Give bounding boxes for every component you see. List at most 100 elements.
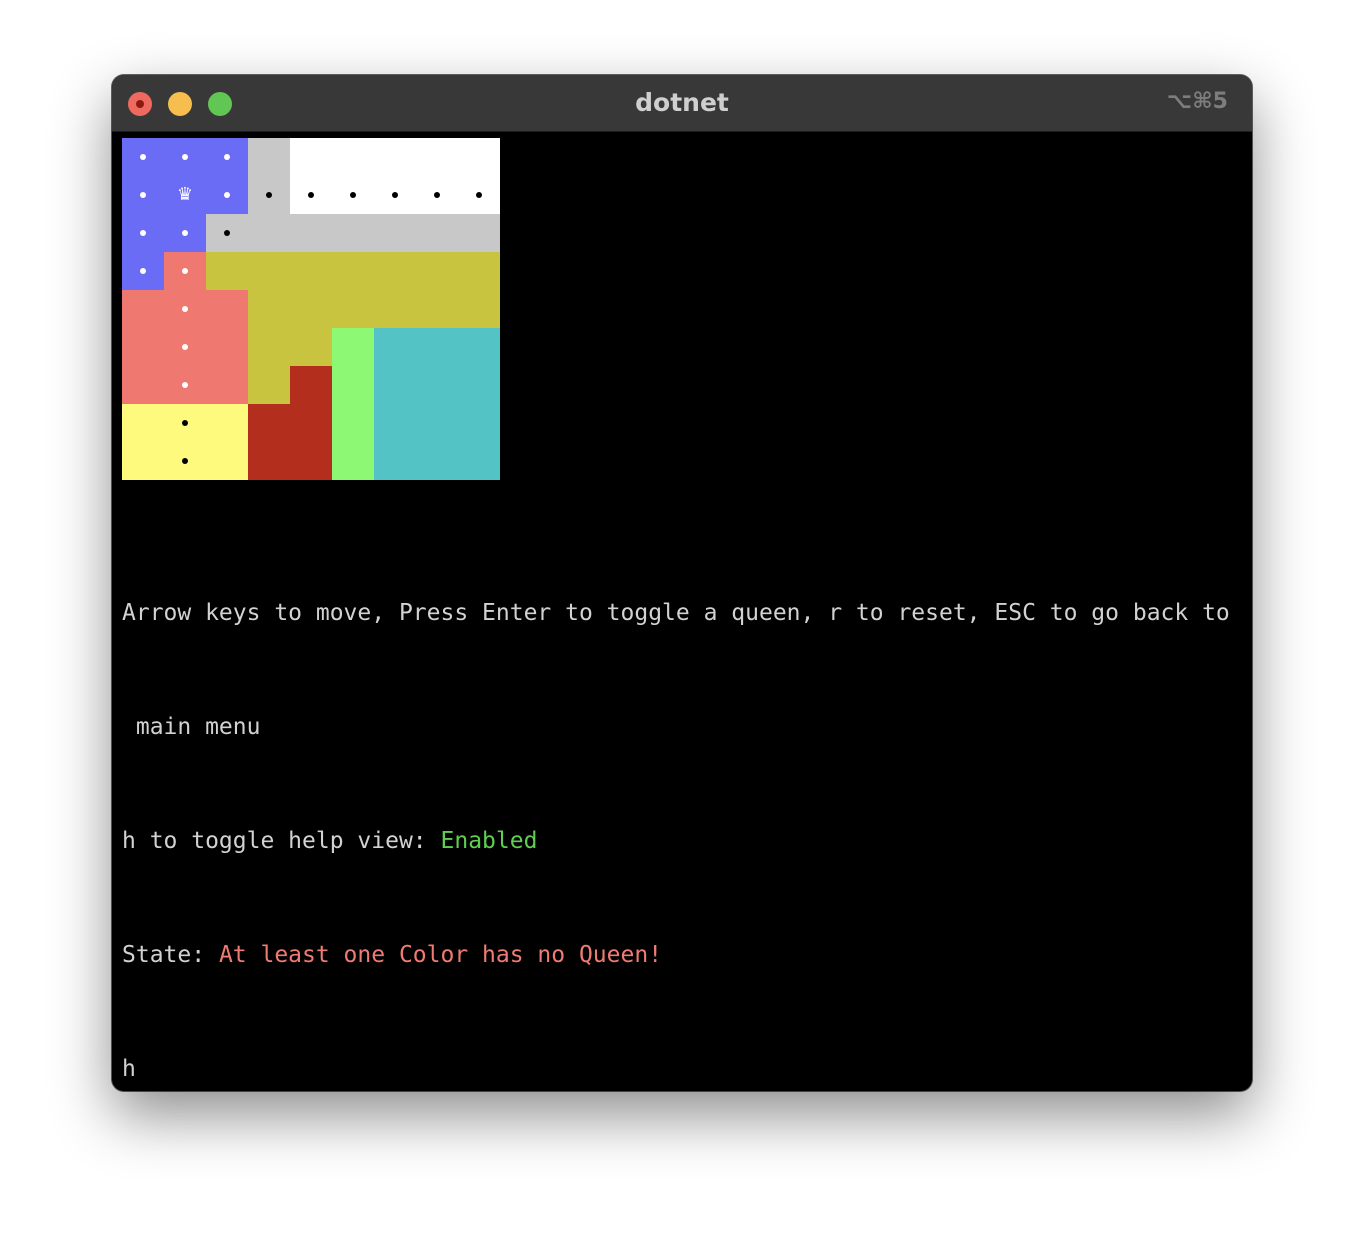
cell-dot-marker: . bbox=[182, 306, 188, 312]
board-cell[interactable]: . bbox=[290, 176, 332, 214]
board-cell[interactable] bbox=[248, 366, 290, 404]
board-cell[interactable] bbox=[416, 328, 458, 366]
board-cell[interactable] bbox=[458, 252, 500, 290]
board-cell[interactable] bbox=[290, 138, 332, 176]
board-cell[interactable]: . bbox=[374, 176, 416, 214]
terminal-content[interactable]: .... ♛................. Arrow keys to mov… bbox=[122, 138, 1242, 1082]
board-cell[interactable] bbox=[122, 366, 164, 404]
board-cell[interactable]: . bbox=[122, 252, 164, 290]
board-cell[interactable] bbox=[332, 404, 374, 442]
board-cell[interactable]: . bbox=[122, 176, 164, 214]
board-cell[interactable] bbox=[122, 328, 164, 366]
board-cell[interactable] bbox=[206, 290, 248, 328]
board-cell[interactable]: . bbox=[164, 214, 206, 252]
board-cell[interactable] bbox=[332, 138, 374, 176]
board-cell[interactable]: . bbox=[164, 328, 206, 366]
board-cell[interactable] bbox=[374, 366, 416, 404]
board-cell[interactable] bbox=[416, 290, 458, 328]
queens-board[interactable]: .... ♛................. bbox=[122, 138, 500, 480]
board-cell[interactable] bbox=[122, 290, 164, 328]
board-cell[interactable] bbox=[332, 442, 374, 480]
board-cell[interactable]: . bbox=[458, 176, 500, 214]
board-cell[interactable] bbox=[374, 138, 416, 176]
cell-dot-marker: . bbox=[182, 230, 188, 236]
board-cell[interactable] bbox=[416, 214, 458, 252]
state-message: At least one Color has no Queen! bbox=[218, 942, 663, 968]
cell-dot-marker: . bbox=[392, 192, 398, 198]
board-cell[interactable]: . bbox=[164, 366, 206, 404]
board-cell[interactable]: . bbox=[122, 214, 164, 252]
board-cell[interactable] bbox=[248, 328, 290, 366]
queen-icon: ♛ bbox=[176, 184, 194, 205]
board-cell[interactable] bbox=[290, 366, 332, 404]
board-cell[interactable] bbox=[290, 214, 332, 252]
board-cell[interactable] bbox=[206, 252, 248, 290]
board-cell[interactable] bbox=[416, 138, 458, 176]
board-cell[interactable] bbox=[332, 328, 374, 366]
board-cell[interactable] bbox=[374, 442, 416, 480]
board-cell[interactable] bbox=[206, 404, 248, 442]
board-cell[interactable] bbox=[290, 252, 332, 290]
cell-dot-marker: . bbox=[182, 458, 188, 464]
board-cell[interactable] bbox=[458, 214, 500, 252]
board-cell[interactable] bbox=[290, 442, 332, 480]
board-cell[interactable] bbox=[248, 404, 290, 442]
board-cell[interactable] bbox=[416, 366, 458, 404]
help-status: Enabled bbox=[440, 828, 538, 854]
board-cell[interactable] bbox=[248, 138, 290, 176]
board-cell[interactable] bbox=[416, 252, 458, 290]
board-cell[interactable] bbox=[458, 366, 500, 404]
cell-dot-marker: . bbox=[182, 268, 188, 274]
board-cell[interactable] bbox=[374, 214, 416, 252]
board-cell[interactable]: . bbox=[164, 442, 206, 480]
board-cell[interactable]: . bbox=[164, 252, 206, 290]
board-cell[interactable] bbox=[122, 404, 164, 442]
board-cell[interactable] bbox=[374, 252, 416, 290]
board-cell[interactable]: . bbox=[164, 138, 206, 176]
board-cell[interactable] bbox=[290, 404, 332, 442]
board-cell[interactable] bbox=[416, 442, 458, 480]
board-cell[interactable] bbox=[458, 290, 500, 328]
cell-dot-marker: . bbox=[434, 192, 440, 198]
board-cell[interactable] bbox=[416, 404, 458, 442]
board-cell[interactable] bbox=[374, 328, 416, 366]
board-cell[interactable] bbox=[206, 328, 248, 366]
board-cell[interactable] bbox=[332, 214, 374, 252]
board-cell[interactable] bbox=[458, 138, 500, 176]
input-echo: h bbox=[122, 1056, 136, 1082]
board-cell[interactable]: ♛ bbox=[164, 176, 206, 214]
board-cell[interactable]: . bbox=[206, 214, 248, 252]
board-cell[interactable] bbox=[374, 290, 416, 328]
board-cell[interactable] bbox=[458, 404, 500, 442]
state-label: State: bbox=[122, 942, 219, 968]
window-shortcut: ⌥⌘5 bbox=[1166, 89, 1228, 114]
board-cell[interactable]: . bbox=[416, 176, 458, 214]
board-cell[interactable] bbox=[206, 366, 248, 404]
cell-dot-marker: . bbox=[224, 192, 230, 198]
board-cell[interactable] bbox=[458, 328, 500, 366]
board-cell[interactable]: . bbox=[332, 176, 374, 214]
board-cell[interactable] bbox=[332, 366, 374, 404]
board-cell[interactable] bbox=[290, 328, 332, 366]
board-cell[interactable] bbox=[248, 214, 290, 252]
board-cell[interactable] bbox=[248, 252, 290, 290]
board-cell[interactable] bbox=[332, 252, 374, 290]
board-cell[interactable] bbox=[122, 442, 164, 480]
board-cell[interactable] bbox=[206, 442, 248, 480]
board-cell[interactable] bbox=[332, 290, 374, 328]
cell-dot-marker: . bbox=[182, 420, 188, 426]
board-cell[interactable]: . bbox=[206, 176, 248, 214]
board-cell[interactable]: . bbox=[122, 138, 164, 176]
board-cell[interactable] bbox=[290, 290, 332, 328]
board-cell[interactable] bbox=[248, 442, 290, 480]
board-cell[interactable]: . bbox=[206, 138, 248, 176]
board-cell[interactable] bbox=[458, 442, 500, 480]
board-cell[interactable] bbox=[248, 290, 290, 328]
board-cell[interactable]: . bbox=[248, 176, 290, 214]
cell-dot-marker: . bbox=[266, 192, 272, 198]
board-cell[interactable] bbox=[374, 404, 416, 442]
cell-dot-marker: . bbox=[476, 192, 482, 198]
title-bar[interactable]: dotnet ⌥⌘5 bbox=[112, 75, 1252, 132]
board-cell[interactable]: . bbox=[164, 404, 206, 442]
board-cell[interactable]: . bbox=[164, 290, 206, 328]
